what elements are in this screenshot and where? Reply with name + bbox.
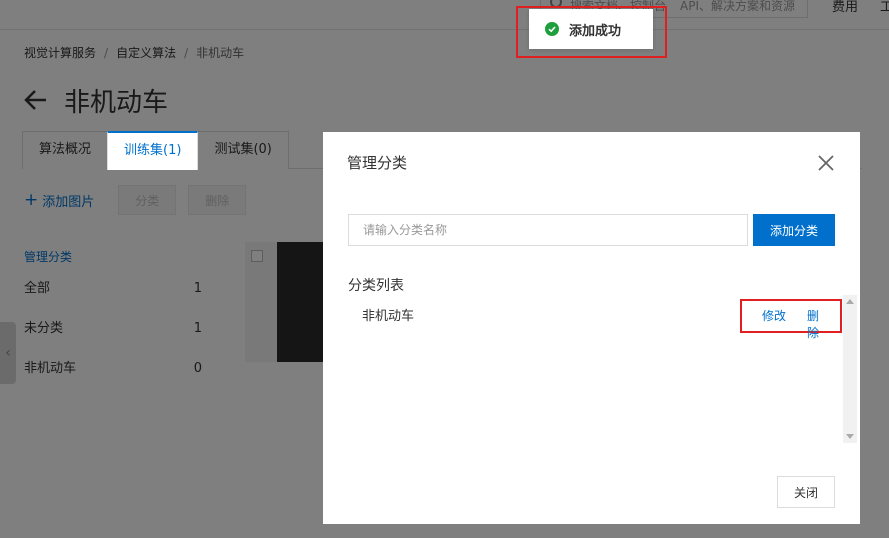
category-list: 非机动车 修改 删除 bbox=[348, 295, 857, 445]
manage-categories-dialog: 管理分类 添加分类 分类列表 非机动车 修改 删除 关闭 bbox=[323, 132, 860, 524]
category-name: 非机动车 bbox=[362, 309, 415, 324]
toast-message: 添加成功 bbox=[569, 23, 622, 39]
tab-training-set[interactable]: 训练集(1) bbox=[107, 131, 199, 170]
dialog-title: 管理分类 bbox=[347, 154, 408, 172]
success-toast: 添加成功 bbox=[529, 9, 653, 49]
delete-category-link[interactable]: 删除 bbox=[807, 307, 819, 341]
edit-category-link[interactable]: 修改 bbox=[762, 307, 786, 324]
actions-highlight-box bbox=[740, 299, 842, 333]
scroll-up-arrow-icon[interactable] bbox=[846, 299, 854, 304]
add-category-button[interactable]: 添加分类 bbox=[753, 214, 835, 246]
close-button[interactable]: 关闭 bbox=[777, 476, 835, 508]
close-icon[interactable] bbox=[817, 154, 835, 172]
category-list-title: 分类列表 bbox=[348, 278, 404, 294]
list-item: 非机动车 修改 删除 bbox=[348, 295, 842, 340]
category-name-input[interactable] bbox=[348, 214, 748, 246]
scroll-down-arrow-icon[interactable] bbox=[846, 434, 854, 439]
list-scrollbar[interactable] bbox=[843, 295, 857, 443]
success-check-icon bbox=[545, 22, 559, 36]
